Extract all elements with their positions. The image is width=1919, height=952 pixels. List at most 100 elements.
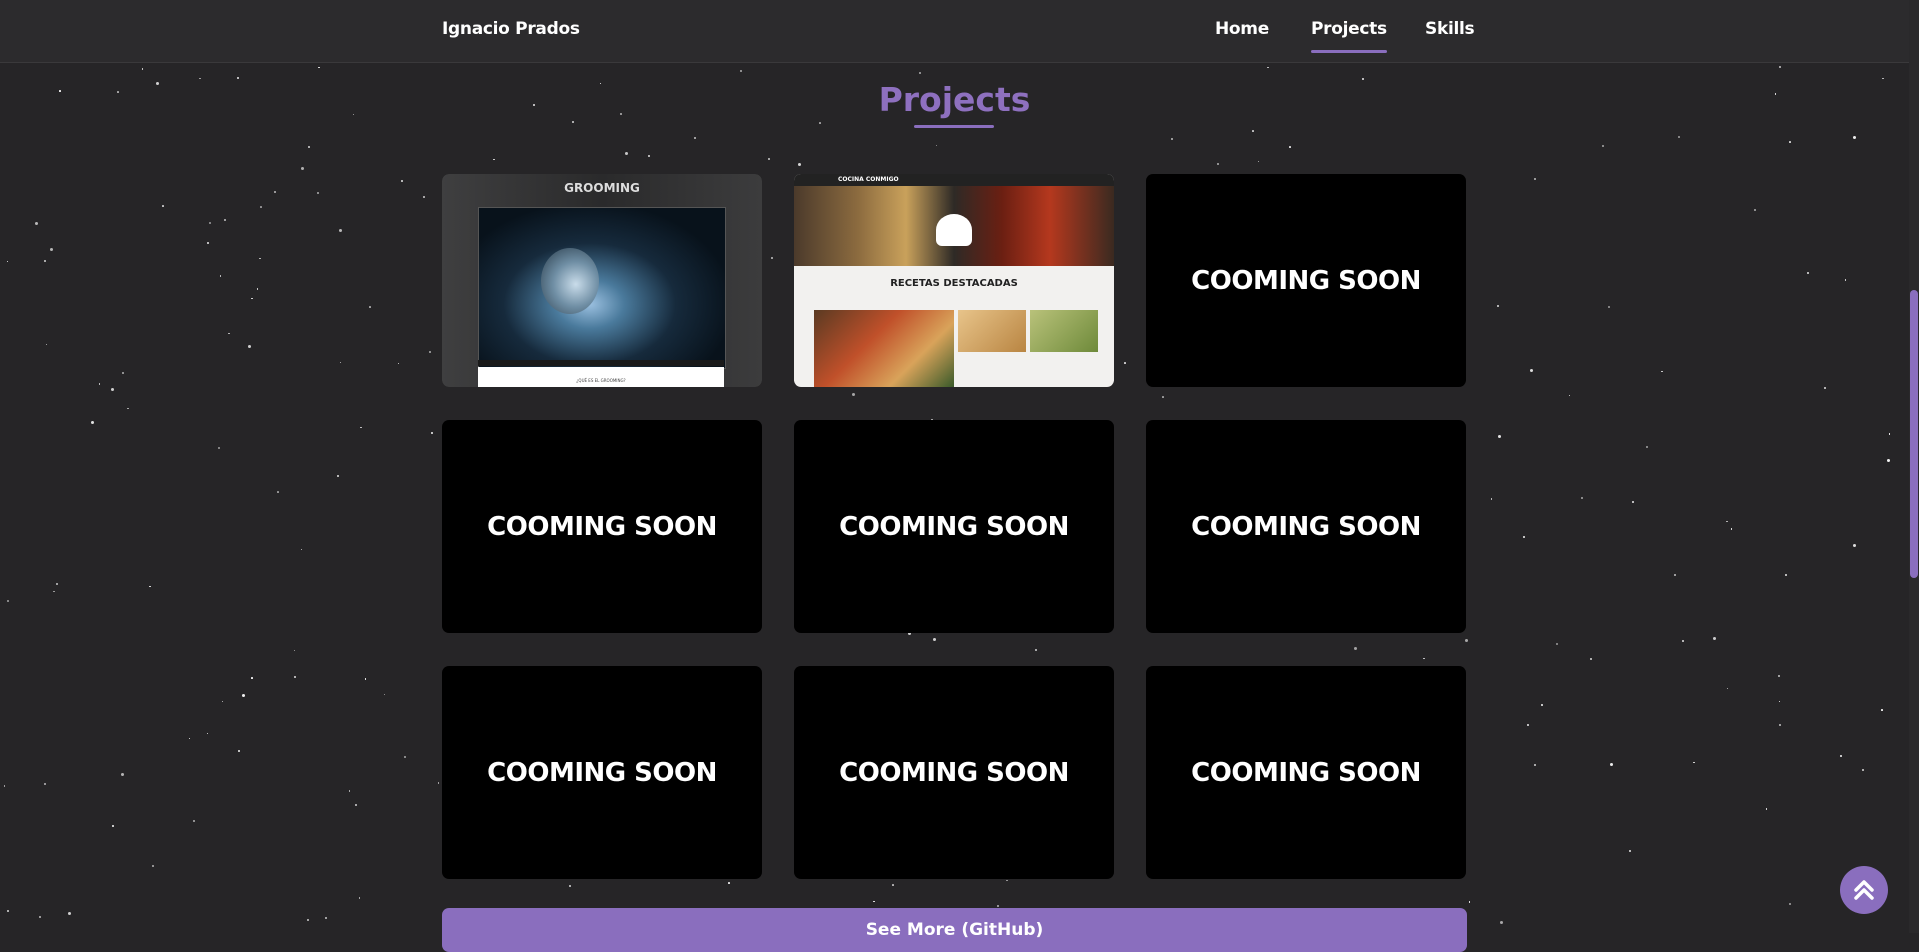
child-with-phone-image — [541, 248, 599, 314]
star-dot — [122, 371, 125, 374]
star-dot — [1765, 808, 1768, 810]
star-dot — [401, 179, 403, 182]
star-dot — [1789, 902, 1792, 905]
star-dot — [873, 900, 875, 902]
star-dot — [316, 192, 319, 195]
star-dot — [50, 247, 54, 251]
star-dot — [1631, 500, 1634, 503]
cocina-site-brand: COCINA CONMIGO — [838, 176, 899, 183]
star-dot — [1777, 674, 1780, 677]
star-dot — [277, 491, 279, 493]
project-card-placeholder[interactable]: COOMING SOON — [1146, 174, 1466, 387]
star-dot — [1824, 386, 1827, 389]
star-dot — [242, 694, 246, 698]
cocina-thumbnail: COCINA CONMIGO RECETAS DESTACADAS — [794, 174, 1114, 387]
star-dot — [111, 824, 114, 827]
star-dot — [918, 72, 921, 75]
star-dot — [1853, 544, 1857, 548]
star-dot — [141, 68, 144, 70]
star-dot — [1609, 763, 1613, 767]
coming-soon-label: COOMING SOON — [1191, 757, 1421, 788]
star-dot — [1888, 433, 1891, 435]
star-dot — [294, 675, 297, 678]
star-dot — [1852, 135, 1856, 139]
star-dot — [1252, 130, 1254, 132]
project-card-placeholder[interactable]: COOMING SOON — [794, 666, 1114, 879]
star-dot — [90, 420, 94, 424]
cocina-recipe-image — [814, 310, 954, 387]
star-dot — [1682, 639, 1685, 642]
star-dot — [192, 819, 195, 822]
star-dot — [397, 362, 400, 365]
star-dot — [7, 599, 10, 602]
star-dot — [437, 782, 440, 784]
star-dot — [1581, 497, 1584, 499]
star-dot — [1267, 66, 1269, 69]
coming-soon-label: COOMING SOON — [1191, 511, 1421, 542]
project-card-placeholder[interactable]: COOMING SOON — [442, 666, 762, 879]
star-dot — [1844, 279, 1847, 281]
scroll-to-top-button[interactable] — [1840, 866, 1888, 914]
star-dot — [369, 306, 371, 308]
scrollbar-thumb[interactable] — [1910, 290, 1918, 578]
project-card-grooming[interactable]: GROOMING ¿QUÉ ES EL GROOMING? — [442, 174, 762, 387]
star-dot — [1730, 528, 1733, 530]
star-dot — [1753, 209, 1756, 212]
title-underline — [914, 125, 994, 128]
coming-soon-label: COOMING SOON — [487, 757, 717, 788]
star-dot — [274, 191, 277, 194]
star-dot — [739, 70, 742, 73]
projects-grid: GROOMING ¿QUÉ ES EL GROOMING? COCINA CON… — [442, 174, 1467, 879]
star-dot — [56, 583, 59, 586]
star-dot — [355, 804, 358, 807]
project-card-placeholder[interactable]: COOMING SOON — [794, 420, 1114, 633]
coming-soon-label: COOMING SOON — [839, 757, 1069, 788]
star-dot — [224, 219, 227, 222]
star-dot — [149, 585, 151, 588]
page-scrollbar[interactable] — [1909, 0, 1919, 933]
star-dot — [1217, 163, 1220, 166]
nav-projects[interactable]: Projects — [1311, 19, 1387, 53]
star-dot — [45, 343, 48, 346]
star-dot — [1778, 700, 1781, 703]
star-dot — [694, 137, 697, 140]
star-dot — [120, 773, 124, 777]
star-dot — [798, 163, 802, 167]
star-dot — [1887, 458, 1891, 462]
nav-home[interactable]: Home — [1215, 19, 1269, 39]
star-dot — [110, 387, 114, 391]
see-more-github-button[interactable]: See More (GitHub) — [442, 908, 1467, 952]
star-dot — [39, 916, 42, 919]
star-dot — [208, 222, 211, 225]
site-header: Ignacio Prados Home Projects Skills — [0, 0, 1909, 63]
star-dot — [1555, 642, 1558, 645]
project-card-cocina[interactable]: COCINA CONMIGO RECETAS DESTACADAS — [794, 174, 1114, 387]
star-dot — [44, 260, 47, 263]
coming-soon-label: COOMING SOON — [1191, 265, 1421, 296]
star-dot — [307, 145, 310, 148]
star-dot — [1628, 850, 1631, 853]
star-dot — [1779, 66, 1782, 69]
section-title: Projects — [878, 80, 1031, 119]
star-dot — [1608, 305, 1611, 308]
star-dot — [1712, 636, 1716, 640]
star-dot — [1693, 761, 1695, 764]
star-dot — [1840, 754, 1843, 757]
star-dot — [1589, 658, 1592, 661]
star-dot — [383, 693, 386, 696]
star-dot — [1661, 370, 1663, 373]
star-dot — [1678, 135, 1681, 138]
star-dot — [1602, 145, 1605, 148]
project-card-placeholder[interactable]: COOMING SOON — [442, 420, 762, 633]
star-dot — [571, 121, 574, 124]
nav-skills[interactable]: Skills — [1425, 19, 1475, 39]
project-card-placeholder[interactable]: COOMING SOON — [1146, 666, 1466, 879]
star-dot — [1568, 394, 1571, 397]
star-dot — [1497, 305, 1500, 308]
star-dot — [151, 865, 154, 868]
project-card-placeholder[interactable]: COOMING SOON — [1146, 420, 1466, 633]
star-dot — [1674, 573, 1677, 576]
star-dot — [1534, 764, 1537, 767]
star-dot — [1534, 178, 1537, 181]
star-dot — [238, 750, 241, 753]
